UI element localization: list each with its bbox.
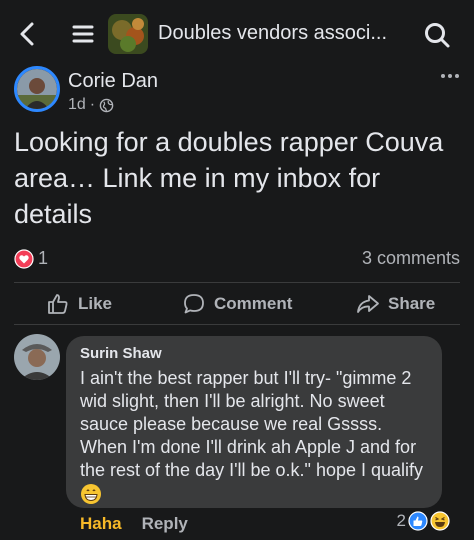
- search-button[interactable]: [422, 20, 452, 50]
- back-button[interactable]: [14, 19, 42, 49]
- divider: [14, 324, 460, 325]
- love-reaction-icon: [14, 248, 34, 269]
- post-actions: Like Comment Share: [0, 286, 474, 322]
- share-arrow-icon: [357, 295, 379, 313]
- comments-count[interactable]: 3 comments: [362, 248, 460, 269]
- like-label: Like: [78, 294, 113, 313]
- post-text: Looking for a doubles rapper Couva area……: [14, 127, 444, 229]
- more-options-button[interactable]: [438, 66, 462, 86]
- commenter-avatar[interactable]: [14, 334, 60, 380]
- thumbs-up-icon: [48, 294, 68, 314]
- search-icon: [425, 23, 450, 48]
- more-icon: [441, 74, 459, 78]
- comment-label: Comment: [214, 294, 293, 313]
- group-avatar[interactable]: [108, 14, 148, 54]
- haha-reaction-icon: [430, 511, 450, 531]
- like-button[interactable]: Like: [46, 286, 112, 322]
- chevron-left-icon: [20, 22, 34, 46]
- list-icon: [72, 25, 94, 43]
- comment-button[interactable]: Comment: [182, 286, 292, 322]
- comment-text-body: I ain't the best rapper but I'll try- "g…: [80, 368, 424, 480]
- menu-button[interactable]: [70, 20, 96, 48]
- post-author-avatar[interactable]: [14, 66, 60, 112]
- top-bar: Doubles vendors associ...: [0, 0, 474, 66]
- share-label: Share: [388, 294, 436, 313]
- comment-text: I ain't the best rapper but I'll try- "g…: [80, 367, 430, 505]
- share-button[interactable]: Share: [356, 286, 435, 322]
- post-meta: 1d ·: [68, 96, 114, 114]
- post-author-name[interactable]: Corie Dan: [68, 70, 158, 93]
- comment-bubble-icon: [184, 294, 204, 314]
- reaction-count: 1: [38, 248, 49, 268]
- like-reaction-icon: [408, 511, 428, 531]
- reaction-summary[interactable]: 1: [14, 248, 48, 269]
- globe-icon: [99, 98, 114, 112]
- meta-separator: ·: [89, 96, 96, 113]
- haha-reaction-link[interactable]: Haha: [80, 514, 122, 534]
- grinning-face-icon: [81, 484, 101, 505]
- post-time[interactable]: 1d: [68, 96, 86, 114]
- commenter-name[interactable]: Surin Shaw: [80, 345, 430, 363]
- comment-reaction-count: 2: [396, 511, 406, 530]
- divider: [14, 282, 460, 283]
- comment-reaction-summary[interactable]: 2: [397, 511, 450, 531]
- group-title[interactable]: Doubles vendors associ...: [158, 22, 387, 45]
- comment-bubble[interactable]: Surin Shaw I ain't the best rapper but I…: [66, 336, 442, 508]
- comment-actions: Haha Reply: [80, 514, 188, 534]
- reply-link[interactable]: Reply: [142, 514, 188, 534]
